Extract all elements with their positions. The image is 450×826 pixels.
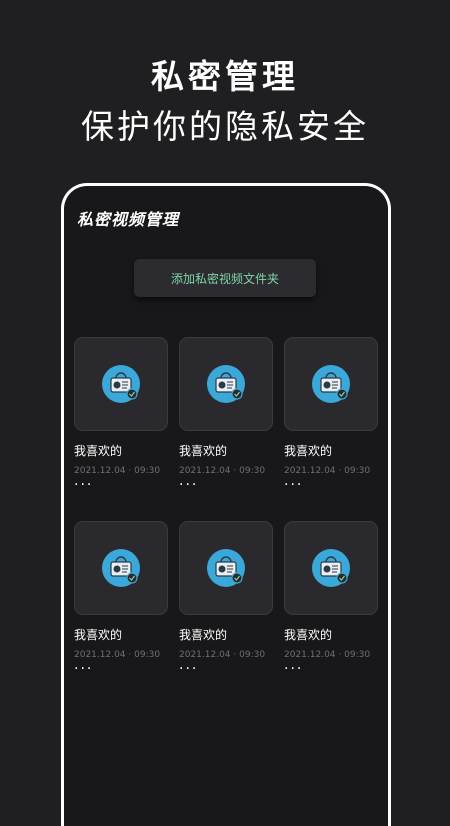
folder-item[interactable]: 我喜欢的 2021.12.04 · 09:30 ··· xyxy=(74,521,168,686)
folder-name: 我喜欢的 xyxy=(284,628,333,642)
video-lock-icon xyxy=(311,548,351,588)
folder-date: 2021.12.04 · 09:30 xyxy=(284,466,371,476)
folder-date: 2021.12.04 · 09:30 xyxy=(284,650,371,660)
folder-date: 2021.12.04 · 09:30 xyxy=(179,650,266,660)
folder-name: 我喜欢的 xyxy=(179,628,228,642)
folder-name: 我喜欢的 xyxy=(284,444,333,458)
video-lock-icon xyxy=(311,364,351,404)
more-icon[interactable]: ··· xyxy=(284,662,378,676)
video-lock-icon xyxy=(206,548,246,588)
folder-name: 我喜欢的 xyxy=(179,444,228,458)
folder-item[interactable]: 我喜欢的 2021.12.04 · 09:30 ··· xyxy=(74,337,168,502)
add-folder-button[interactable]: 添加私密视频文件夹 xyxy=(134,259,316,297)
folder-item[interactable]: 我喜欢的 2021.12.04 · 09:30 ··· xyxy=(179,337,273,502)
folder-thumbnail[interactable] xyxy=(74,337,168,431)
promo-headline: 私密管理 xyxy=(151,57,299,96)
folder-thumbnail[interactable] xyxy=(179,521,273,615)
more-icon[interactable]: ··· xyxy=(179,662,273,676)
folder-thumbnail[interactable] xyxy=(284,521,378,615)
folder-item[interactable]: 我喜欢的 2021.12.04 · 09:30 ··· xyxy=(179,521,273,686)
folder-name: 我喜欢的 xyxy=(74,444,123,458)
promo-subline: 保护你的隐私安全 xyxy=(81,107,369,146)
phone-frame: 私密视频管理 添加私密视频文件夹 我喜欢的 2021.12.04 · 09:30… xyxy=(61,183,391,826)
more-icon[interactable]: ··· xyxy=(284,478,378,492)
folder-item[interactable]: 我喜欢的 2021.12.04 · 09:30 ··· xyxy=(284,337,378,502)
folder-date: 2021.12.04 · 09:30 xyxy=(179,466,266,476)
folder-item[interactable]: 我喜欢的 2021.12.04 · 09:30 ··· xyxy=(284,521,378,686)
more-icon[interactable]: ··· xyxy=(74,662,168,676)
screen-title: 私密视频管理 xyxy=(77,210,180,229)
more-icon[interactable]: ··· xyxy=(74,478,168,492)
video-lock-icon xyxy=(101,364,141,404)
video-lock-icon xyxy=(206,364,246,404)
folder-thumbnail[interactable] xyxy=(179,337,273,431)
folder-name: 我喜欢的 xyxy=(74,628,123,642)
folder-date: 2021.12.04 · 09:30 xyxy=(74,466,161,476)
more-icon[interactable]: ··· xyxy=(179,478,273,492)
folder-grid: 我喜欢的 2021.12.04 · 09:30 ··· 我喜欢的 2021.12… xyxy=(74,337,378,686)
folder-thumbnail[interactable] xyxy=(74,521,168,615)
folder-thumbnail[interactable] xyxy=(284,337,378,431)
folder-date: 2021.12.04 · 09:30 xyxy=(74,650,161,660)
video-lock-icon xyxy=(101,548,141,588)
